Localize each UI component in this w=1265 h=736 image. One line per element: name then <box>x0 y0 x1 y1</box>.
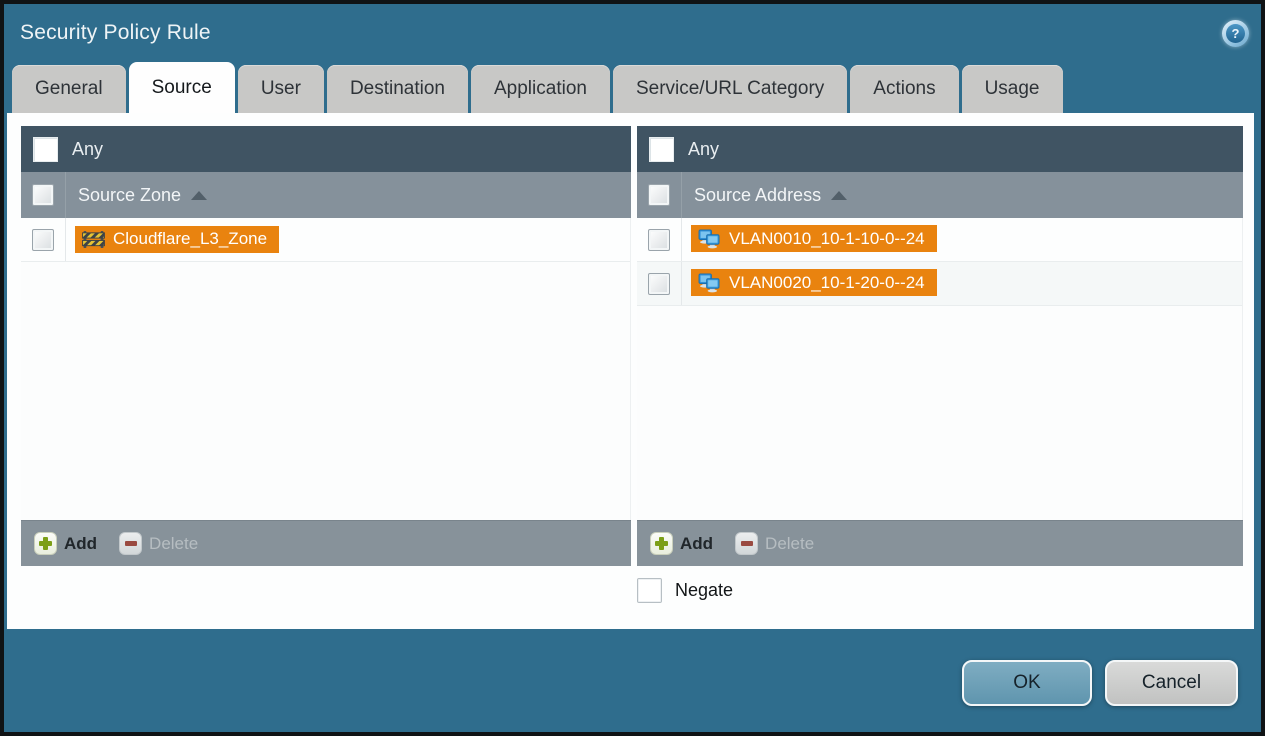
source-zone-panel: Any Source Zone Cloudflare_L3_Zone Add D… <box>21 126 631 566</box>
tab-destination-label: Destination <box>349 78 445 99</box>
source-zone-select-all-checkbox[interactable] <box>32 184 54 206</box>
plus-icon <box>34 532 57 555</box>
tab-service-url-category[interactable]: Service/URL Category <box>612 65 848 113</box>
source-address-select-all-cell <box>637 172 682 218</box>
source-address-list: VLAN0010_10-1-10-0--24 VLAN0020_10-1-20-… <box>637 218 1243 520</box>
address-item-chip[interactable]: VLAN0010_10-1-10-0--24 <box>691 225 937 253</box>
add-zone-button[interactable]: Add <box>34 532 97 555</box>
tab-actions[interactable]: Actions <box>850 65 959 113</box>
tab-usage[interactable]: Usage <box>961 65 1063 113</box>
delete-zone-button[interactable]: Delete <box>119 532 198 555</box>
sort-ascending-icon <box>831 190 848 200</box>
address-item-label: VLAN0010_10-1-10-0--24 <box>729 228 925 248</box>
dialog-titlebar: Security Policy Rule ? <box>4 4 1261 62</box>
tab-usage-label: Usage <box>984 78 1040 99</box>
tab-source[interactable]: Source <box>128 62 235 113</box>
address-icon <box>698 229 720 249</box>
add-address-button[interactable]: Add <box>650 532 713 555</box>
tab-service-url-category-label: Service/URL Category <box>635 78 825 99</box>
tab-content-source: Any Source Zone Cloudflare_L3_Zone Add D… <box>7 113 1254 629</box>
delete-label: Delete <box>765 533 815 553</box>
source-zone-any-label: Any <box>72 138 104 159</box>
delete-address-button[interactable]: Delete <box>735 532 814 555</box>
add-label: Add <box>64 533 98 553</box>
source-zone-list: Cloudflare_L3_Zone <box>21 218 631 520</box>
add-label: Add <box>680 533 714 553</box>
tab-bar: General Source User Destination Applicat… <box>4 62 1261 113</box>
sort-ascending-icon <box>191 190 208 200</box>
tab-application-label: Application <box>494 78 587 99</box>
source-zone-footer: Add Delete <box>21 520 631 566</box>
zone-item-chip[interactable]: Cloudflare_L3_Zone <box>75 225 280 253</box>
source-address-row-checkbox[interactable] <box>648 272 670 295</box>
cancel-button[interactable]: Cancel <box>1105 660 1238 706</box>
row-content: VLAN0010_10-1-10-0--24 <box>682 225 937 254</box>
address-icon <box>698 273 720 293</box>
address-item-label: VLAN0020_10-1-20-0--24 <box>729 272 925 292</box>
source-zone-any-header: Any <box>21 126 631 172</box>
source-zone-select-all-cell <box>21 172 66 218</box>
source-zone-row-checkbox[interactable] <box>32 228 54 251</box>
zone-item-label: Cloudflare_L3_Zone <box>113 229 268 248</box>
dialog-button-bar: OK Cancel <box>4 660 1238 706</box>
minus-icon <box>735 532 759 555</box>
source-address-any-header: Any <box>637 126 1243 172</box>
source-zone-column-label: Source Zone <box>78 184 182 205</box>
source-address-column-header[interactable]: Source Address <box>637 172 1243 218</box>
negate-row: Negate <box>637 578 1254 603</box>
tab-application[interactable]: Application <box>471 65 610 113</box>
tab-destination[interactable]: Destination <box>326 65 468 113</box>
dialog-title: Security Policy Rule <box>20 21 211 44</box>
source-address-row[interactable]: VLAN0020_10-1-20-0--24 <box>637 262 1242 306</box>
source-address-any-checkbox[interactable] <box>649 136 674 162</box>
source-address-any-label: Any <box>688 138 720 159</box>
row-checkbox-cell <box>21 218 66 261</box>
source-address-row[interactable]: VLAN0010_10-1-10-0--24 <box>637 218 1242 262</box>
row-checkbox-cell <box>637 218 682 261</box>
tab-source-label: Source <box>151 76 212 98</box>
source-address-select-all-checkbox[interactable] <box>648 184 670 206</box>
delete-label: Delete <box>149 533 199 553</box>
row-content: Cloudflare_L3_Zone <box>66 225 280 254</box>
tab-user[interactable]: User <box>237 65 324 113</box>
negate-label: Negate <box>675 580 734 600</box>
zone-icon <box>82 230 105 248</box>
source-address-panel: Any Source Address VLAN0010_10-1-10-0--2… <box>637 126 1243 566</box>
minus-icon <box>119 532 143 555</box>
negate-checkbox[interactable] <box>637 578 662 603</box>
help-icon[interactable]: ? <box>1222 19 1249 47</box>
tab-user-label: User <box>260 78 301 99</box>
address-item-chip[interactable]: VLAN0020_10-1-20-0--24 <box>691 269 937 297</box>
source-panels: Any Source Zone Cloudflare_L3_Zone Add D… <box>21 126 1254 566</box>
ok-button[interactable]: OK <box>962 660 1092 706</box>
security-policy-rule-dialog: Security Policy Rule ? General Source Us… <box>0 0 1265 736</box>
source-zone-row[interactable]: Cloudflare_L3_Zone <box>21 218 630 262</box>
source-address-row-checkbox[interactable] <box>648 228 670 251</box>
row-checkbox-cell <box>637 262 682 305</box>
source-zone-column-header[interactable]: Source Zone <box>21 172 631 218</box>
question-mark-glyph: ? <box>1226 23 1245 43</box>
source-zone-any-checkbox[interactable] <box>33 136 58 162</box>
tab-actions-label: Actions <box>873 78 936 99</box>
source-address-footer: Add Delete <box>637 520 1243 566</box>
tab-general-label: General <box>35 78 103 99</box>
row-content: VLAN0020_10-1-20-0--24 <box>682 269 937 298</box>
plus-icon <box>650 532 673 555</box>
source-address-column-label: Source Address <box>694 184 822 205</box>
tab-general[interactable]: General <box>12 65 126 113</box>
